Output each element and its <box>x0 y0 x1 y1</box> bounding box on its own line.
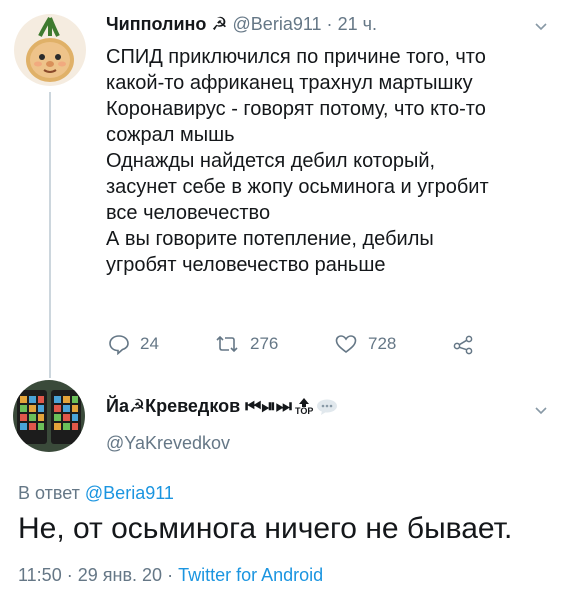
speech-bubble-icon <box>317 399 338 415</box>
reply-icon <box>109 335 129 355</box>
tweet-meta: 11:50 · 29 янв. 20 · Twitter for Android <box>18 565 323 586</box>
author-name[interactable]: Йа☭Креведков ⏮⏯⏭ <box>106 396 292 417</box>
avatar-chipollino[interactable] <box>14 14 86 86</box>
tweet-date[interactable]: 29 янв. 20 <box>78 565 162 585</box>
top-badge: TOP <box>294 397 314 416</box>
separator-dot: · <box>326 14 333 34</box>
thread-line <box>49 92 51 378</box>
tweet-time[interactable]: 11:50 <box>18 565 62 585</box>
retweet-icon <box>216 335 238 353</box>
author-handle[interactable]: @Beria911 <box>233 14 322 34</box>
retweet-count: 276 <box>250 334 279 353</box>
like-button[interactable]: 728 <box>334 330 396 358</box>
author-name-row: Йа☭Креведков ⏮⏯⏭ TOP <box>106 396 338 417</box>
separator-dot: · <box>66 565 73 585</box>
like-icon <box>335 335 357 354</box>
author-name[interactable]: Чипполино ☭ <box>106 14 228 34</box>
tweet-text: СПИД приключился по причине того, что ка… <box>106 46 489 276</box>
tweet-text: Не, от осьминога ничего не бывает. <box>18 512 513 545</box>
reply-count: 24 <box>140 334 159 353</box>
share-button[interactable] <box>452 330 484 358</box>
reply-button[interactable]: 24 <box>108 330 159 358</box>
separator-dot: · <box>167 565 174 585</box>
top-badge-label: TOP <box>294 405 314 416</box>
tweet-time[interactable]: 21 ч. <box>338 14 377 34</box>
tweet-original[interactable]: Чипполино ☭ @Beria911 · 21 ч. СПИД прикл… <box>0 0 561 378</box>
share-icon <box>453 335 473 355</box>
tweet-reply[interactable]: Йа☭Креведков ⏮⏯⏭ TOP @YaKrevedkov В отве… <box>0 378 561 600</box>
chevron-down-icon[interactable] <box>534 20 548 34</box>
chevron-down-icon[interactable] <box>534 404 548 418</box>
retweet-button[interactable]: 276 <box>214 330 278 358</box>
like-count: 728 <box>368 334 397 353</box>
avatar-krevedkov[interactable] <box>13 380 85 452</box>
reply-prefix: В ответ <box>18 483 80 503</box>
tweet-source-link[interactable]: Twitter for Android <box>178 565 323 585</box>
author-handle[interactable]: @YaKrevedkov <box>106 433 230 454</box>
reply-to-link[interactable]: @Beria911 <box>85 483 174 503</box>
reply-context: В ответ @Beria911 <box>18 483 174 504</box>
tweet-header: Чипполино ☭ @Beria911 · 21 ч. <box>106 14 377 35</box>
tweet-actions: 24 276 728 <box>106 330 486 358</box>
